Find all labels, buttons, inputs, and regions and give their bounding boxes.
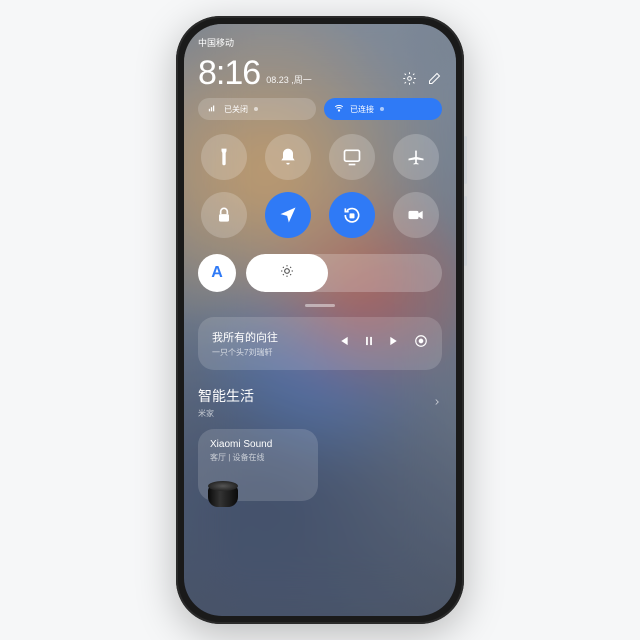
smart-life-header[interactable]: 智能生活 米家 (198, 386, 442, 419)
mobile-data-toggle[interactable]: 已关闭 (198, 98, 316, 120)
lock-tile[interactable] (201, 192, 247, 238)
bell-tile[interactable] (265, 134, 311, 180)
date-label: 08.23 ,周一 (266, 73, 312, 90)
edit-icon[interactable] (427, 71, 442, 86)
media-card[interactable]: 我所有的向往 一只个头7刘瑞轩 (198, 317, 442, 370)
media-subtitle: 一只个头7刘瑞轩 (212, 347, 278, 358)
prev-icon[interactable] (336, 334, 350, 353)
brightness-slider[interactable] (246, 254, 442, 292)
media-title: 我所有的向往 (212, 329, 278, 345)
drag-handle[interactable] (305, 304, 335, 307)
mobile-data-label: 已关闭 (224, 104, 248, 115)
output-icon[interactable] (414, 334, 428, 353)
video-tile[interactable] (393, 192, 439, 238)
airplane-tile[interactable] (393, 134, 439, 180)
chevron-right-icon (432, 394, 442, 412)
device-name: Xiaomi Sound (210, 439, 306, 450)
auto-brightness-button[interactable]: A (198, 254, 236, 292)
auto-brightness-label: A (211, 264, 223, 282)
brightness-fill (246, 254, 328, 292)
status-bar: 中国移动 (198, 34, 442, 50)
smart-sub: 米家 (198, 408, 254, 419)
settings-icon[interactable] (402, 71, 417, 86)
device-status: 客厅 | 设备在线 (210, 452, 306, 463)
flashlight-tile[interactable] (201, 134, 247, 180)
next-icon[interactable] (388, 334, 402, 353)
phone-frame: 中国移动 8:16 08.23 ,周一 (176, 16, 464, 624)
smart-life-section: 智能生活 米家 Xiaomi Sound 客厅 | 设备在线 (198, 386, 442, 501)
sun-icon (280, 264, 294, 283)
wifi-pill-icon (334, 103, 344, 115)
volume-button[interactable] (464, 136, 467, 184)
wifi-label: 已连接 (350, 104, 374, 115)
carrier-label: 中国移动 (198, 36, 234, 49)
clock: 8:16 08.23 ,周一 (198, 56, 312, 90)
location-tile[interactable] (265, 192, 311, 238)
wifi-toggle[interactable]: 已连接 (324, 98, 442, 120)
screen: 中国移动 8:16 08.23 ,周一 (184, 24, 456, 616)
time-label: 8:16 (198, 56, 260, 90)
power-button[interactable] (464, 196, 467, 266)
speaker-image (208, 481, 238, 507)
sim-icon (208, 103, 218, 115)
rotate-lock-tile[interactable] (329, 192, 375, 238)
device-card[interactable]: Xiaomi Sound 客厅 | 设备在线 (198, 429, 318, 501)
quick-tiles (198, 134, 442, 238)
smart-heading: 智能生活 (198, 386, 254, 406)
cast-tile[interactable] (329, 134, 375, 180)
pause-icon[interactable] (362, 334, 376, 353)
